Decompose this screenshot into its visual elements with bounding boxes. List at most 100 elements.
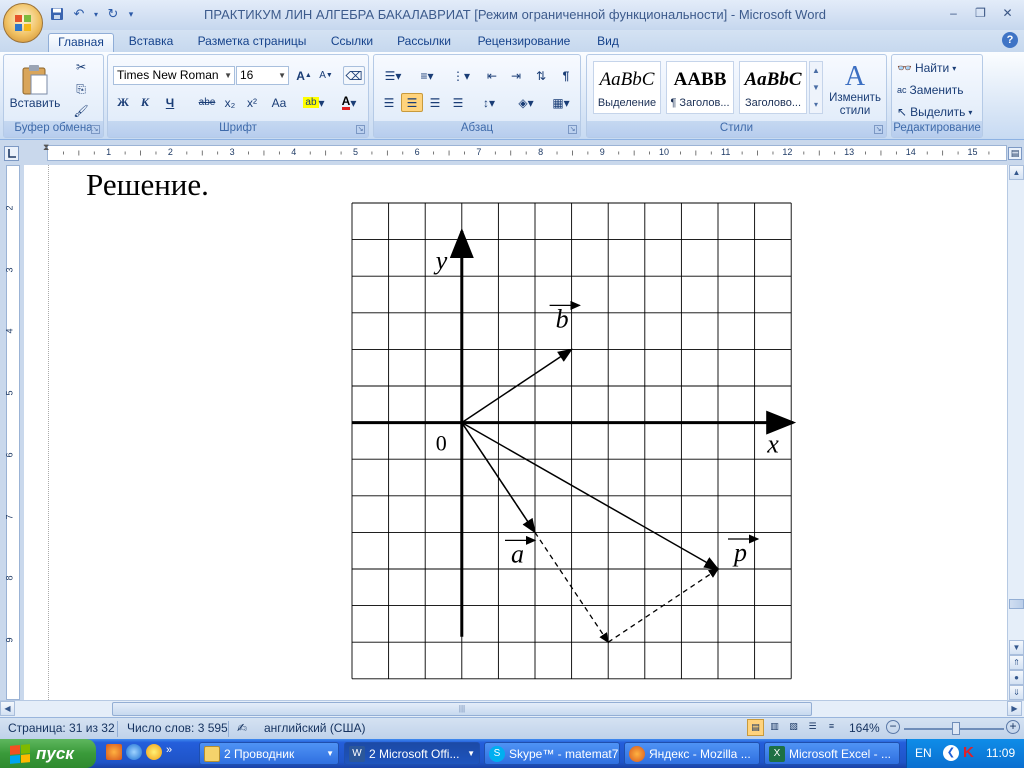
- next-page-icon[interactable]: ⇓: [1009, 685, 1024, 700]
- scroll-thumb[interactable]: [1009, 599, 1024, 609]
- change-styles-button[interactable]: A Изменить стили: [827, 59, 883, 121]
- borders-icon[interactable]: ▦▾: [546, 93, 576, 112]
- decrease-indent-icon[interactable]: ⇤: [481, 66, 503, 85]
- word-count[interactable]: Число слов: 3 595: [127, 721, 228, 735]
- find-button[interactable]: 👓 Найти ▾: [896, 59, 980, 77]
- print-layout-icon[interactable]: ▤: [747, 719, 764, 736]
- ruler-strip[interactable]: ⧗: [43, 142, 1007, 161]
- language-bar[interactable]: EN: [915, 746, 932, 760]
- style-emphasis[interactable]: AaBbC Выделение: [593, 61, 661, 114]
- change-case-button[interactable]: Aa: [265, 93, 293, 112]
- indent-marker-icon[interactable]: ⧗: [43, 142, 49, 153]
- cut-icon[interactable]: ✂: [72, 59, 90, 75]
- proofing-icon[interactable]: ✍: [237, 721, 247, 735]
- browse-object-icon[interactable]: ●: [1009, 670, 1024, 685]
- show-formatting-button[interactable]: ¶: [555, 66, 577, 85]
- tab-view[interactable]: Вид: [590, 33, 626, 52]
- format-painter-icon[interactable]: 🖌: [72, 103, 90, 119]
- italic-button[interactable]: К: [135, 93, 155, 112]
- zoom-in-icon[interactable]: +: [1006, 720, 1020, 734]
- align-right-icon[interactable]: ☰: [424, 93, 446, 112]
- vertical-scrollbar[interactable]: ▲ ▼ ⇑ ● ⇓: [1007, 165, 1024, 700]
- zoom-slider-thumb[interactable]: [952, 722, 960, 735]
- outline-icon[interactable]: ☰: [804, 719, 821, 736]
- strikethrough-button[interactable]: abe: [196, 93, 218, 112]
- customize-qat-icon[interactable]: ▾: [126, 5, 136, 23]
- increase-indent-icon[interactable]: ⇥: [505, 66, 527, 85]
- font-size-combo[interactable]: 16 ▼: [236, 66, 289, 85]
- document-page[interactable]: Решение. y x 0 b a p: [24, 165, 1007, 700]
- previous-page-icon[interactable]: ⇑: [1009, 655, 1024, 670]
- full-screen-reading-icon[interactable]: ▥: [766, 719, 783, 736]
- align-left-icon[interactable]: ☰: [378, 93, 400, 112]
- view-ruler-icon[interactable]: ▤: [1008, 147, 1022, 160]
- styles-launcher-icon[interactable]: ↘: [874, 125, 883, 134]
- restore-button[interactable]: ❐: [968, 4, 993, 21]
- taskbar-item-skype[interactable]: S Skype™ - matemat7: [484, 742, 620, 765]
- zoom-level[interactable]: 164%: [849, 721, 880, 735]
- office-button[interactable]: [3, 3, 43, 43]
- styles-scroll[interactable]: ▲ ▼ ▾: [809, 61, 823, 114]
- draft-icon[interactable]: ≡: [823, 719, 840, 736]
- font-launcher-icon[interactable]: ↘: [356, 125, 365, 134]
- replace-button[interactable]: ac Заменить: [896, 81, 980, 99]
- clear-formatting-icon[interactable]: ⌫: [343, 66, 365, 85]
- subscript-button[interactable]: x₂: [220, 93, 240, 112]
- redo-icon[interactable]: ↻: [104, 5, 122, 23]
- bullets-icon[interactable]: ☰▾: [378, 66, 408, 85]
- zoom-out-icon[interactable]: −: [886, 720, 900, 734]
- clipboard-launcher-icon[interactable]: ↘: [91, 125, 100, 134]
- scroll-right-icon[interactable]: ▶: [1007, 701, 1022, 716]
- media-player-icon[interactable]: [146, 744, 162, 760]
- taskbar-item-word[interactable]: W2 Microsoft Offi... ▼: [344, 742, 480, 765]
- start-button[interactable]: пуск: [0, 739, 96, 768]
- style-heading-2[interactable]: AaBbC Заголово...: [739, 61, 807, 114]
- shrink-font-button[interactable]: A ▼: [316, 66, 336, 85]
- tab-selector-icon[interactable]: [4, 146, 19, 161]
- vector-figure[interactable]: y x 0 b a p: [344, 197, 804, 687]
- language-indicator[interactable]: английский (США): [264, 721, 365, 735]
- superscript-button[interactable]: x²: [242, 93, 262, 112]
- tray-arrow-icon[interactable]: ❮: [943, 745, 959, 761]
- align-center-icon[interactable]: ☰: [401, 93, 423, 112]
- undo-icon[interactable]: ↶: [70, 5, 88, 23]
- tab-references[interactable]: Ссылки: [324, 33, 380, 52]
- paragraph-launcher-icon[interactable]: ↘: [568, 125, 577, 134]
- web-layout-icon[interactable]: ▧: [785, 719, 802, 736]
- line-spacing-icon[interactable]: ↕▾: [474, 93, 504, 112]
- style-heading-1[interactable]: AABB ¶ Заголов...: [666, 61, 734, 114]
- justify-icon[interactable]: ☰: [447, 93, 469, 112]
- underline-button[interactable]: Ч: [157, 93, 183, 112]
- horizontal-scrollbar[interactable]: ◀ ||| ▶: [0, 700, 1024, 717]
- ie-icon[interactable]: [126, 744, 142, 760]
- select-button[interactable]: ↖ Выделить ▾: [896, 103, 980, 121]
- numbering-icon[interactable]: ≡▾: [412, 66, 442, 85]
- tab-review[interactable]: Рецензирование: [467, 33, 581, 52]
- scroll-down-icon[interactable]: ▼: [1009, 640, 1024, 655]
- tab-mailings[interactable]: Рассылки: [391, 33, 457, 52]
- taskbar-item-excel[interactable]: X Microsoft Excel - ...: [764, 742, 900, 765]
- close-button[interactable]: ✕: [995, 4, 1020, 21]
- tab-page-layout[interactable]: Разметка страницы: [190, 33, 314, 52]
- taskbar-item-firefox[interactable]: Яндекс - Mozilla ...: [624, 742, 760, 765]
- shading-icon[interactable]: ◈▾: [510, 93, 542, 112]
- font-name-combo[interactable]: Times New Roman ▼: [113, 66, 235, 85]
- scroll-left-icon[interactable]: ◀: [0, 701, 15, 716]
- font-color-icon[interactable]: A ▾: [334, 93, 364, 112]
- tab-home[interactable]: Главная: [48, 33, 114, 53]
- taskbar-item-explorer[interactable]: 2 Проводник ▼: [199, 742, 339, 765]
- highlight-color-icon[interactable]: ab ▾: [298, 93, 330, 112]
- bold-button[interactable]: Ж: [113, 93, 133, 112]
- horizontal-scroll-thumb[interactable]: |||: [112, 702, 812, 716]
- grow-font-button[interactable]: A ▲: [294, 66, 314, 85]
- minimize-button[interactable]: –: [941, 4, 966, 21]
- tab-insert[interactable]: Вставка: [120, 33, 182, 52]
- undo-dropdown-icon[interactable]: ▾: [92, 5, 100, 23]
- kaspersky-icon[interactable]: K: [963, 744, 974, 761]
- multilevel-list-icon[interactable]: ⋮▾: [446, 66, 476, 85]
- sort-icon[interactable]: ⇅: [530, 66, 552, 85]
- firefox-icon[interactable]: [106, 744, 122, 760]
- scroll-up-icon[interactable]: ▲: [1009, 165, 1024, 180]
- copy-icon[interactable]: ⎘: [72, 81, 90, 97]
- save-icon[interactable]: [48, 5, 66, 23]
